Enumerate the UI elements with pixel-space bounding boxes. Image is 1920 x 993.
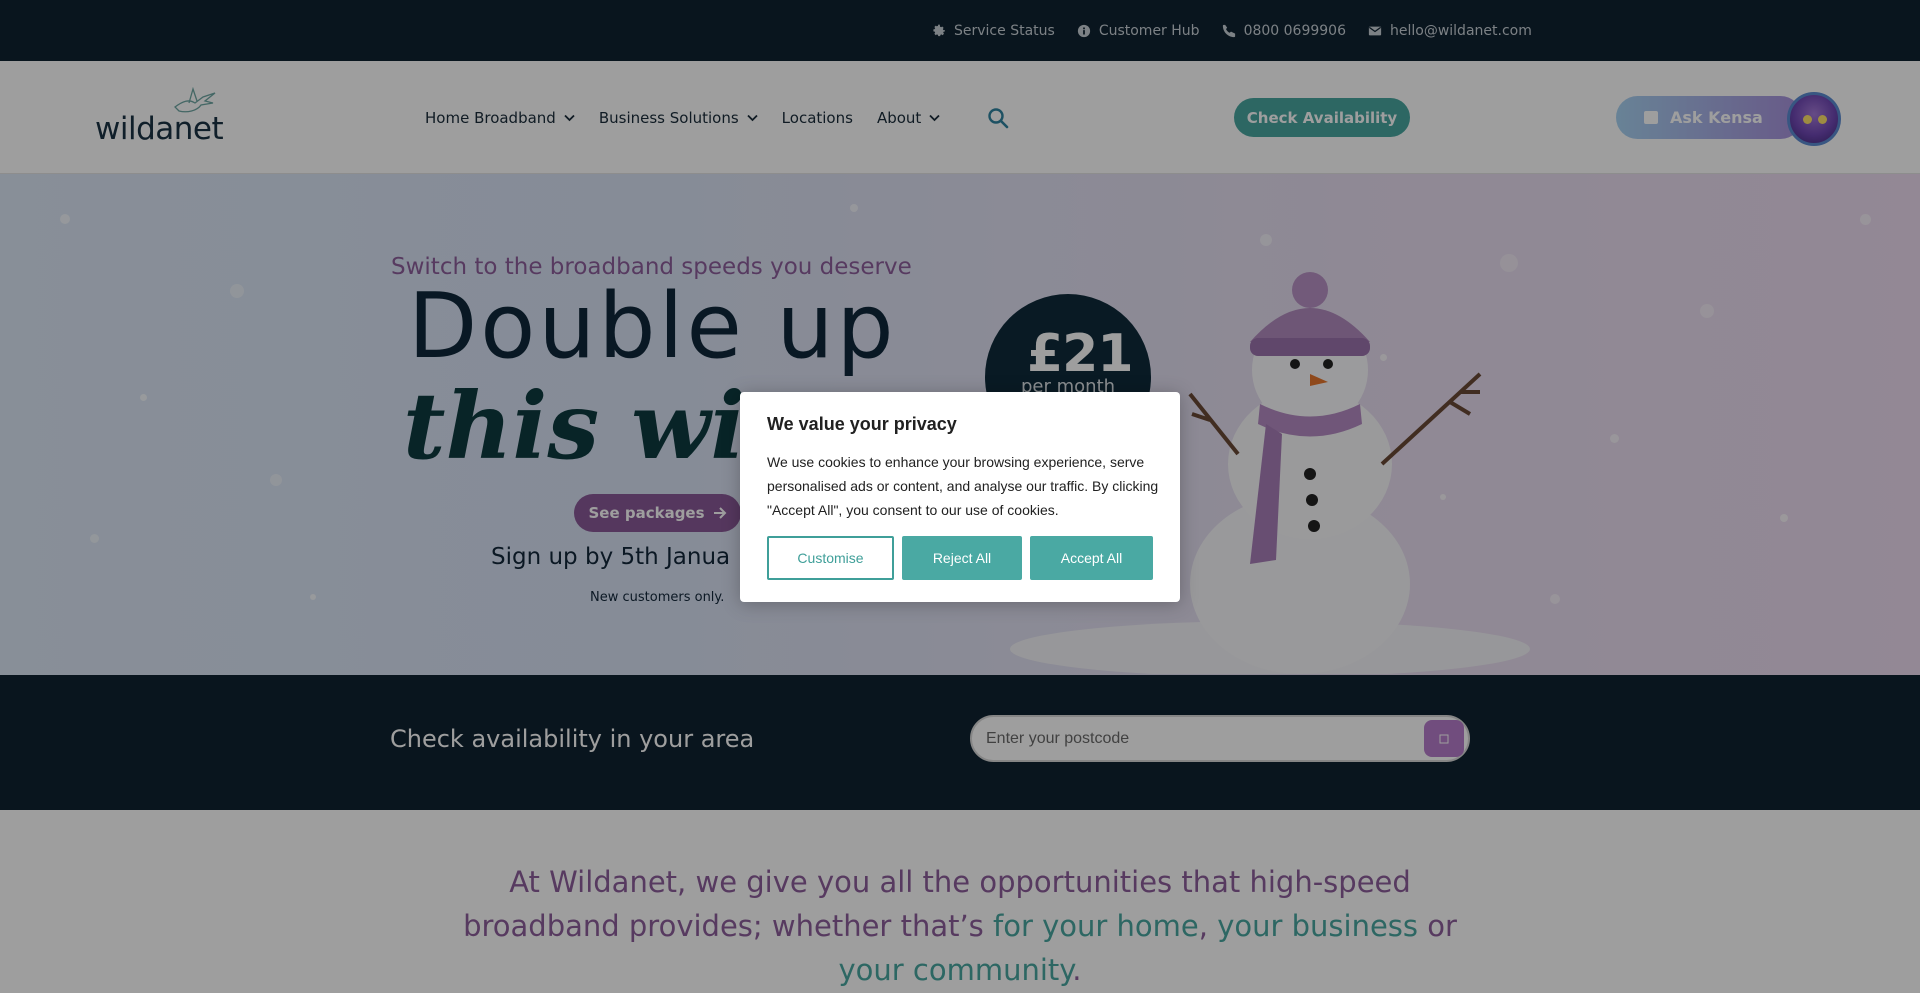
accept-all-button[interactable]: Accept All [1030,536,1153,580]
cookie-consent-dialog: We value your privacy We use cookies to … [740,392,1180,602]
customise-button[interactable]: Customise [767,536,894,580]
cookie-body: We use cookies to enhance your browsing … [767,454,1159,518]
cookie-buttons: Customise Reject All Accept All [767,536,1153,580]
cookie-title: We value your privacy [767,414,957,434]
reject-all-button[interactable]: Reject All [902,536,1022,580]
